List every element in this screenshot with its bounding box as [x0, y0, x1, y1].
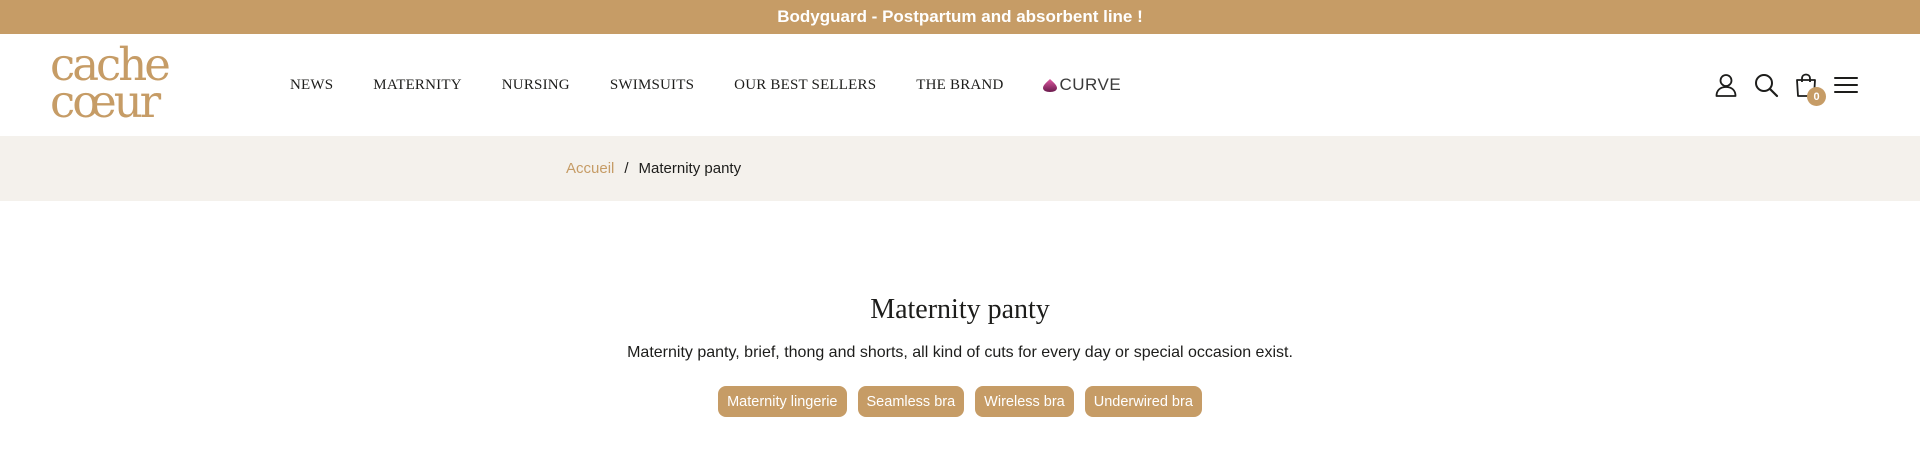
- menu-button[interactable]: [1832, 71, 1860, 99]
- nav-item-curve[interactable]: CURVE: [1042, 75, 1122, 95]
- nav-item-nursing[interactable]: NURSING: [502, 77, 570, 94]
- category-main: Maternity panty Maternity panty, brief, …: [0, 294, 1920, 417]
- search-icon: [1755, 74, 1779, 98]
- nav-item-the-brand[interactable]: THE BRAND: [916, 77, 1003, 94]
- announcement-bar[interactable]: Bodyguard - Postpartum and absorbent lin…: [0, 0, 1920, 34]
- main-nav: NEWS MATERNITY NURSING SWIMSUITS OUR BES…: [290, 34, 1121, 136]
- nav-item-news[interactable]: NEWS: [290, 77, 333, 94]
- breadcrumb-home-link[interactable]: Accueil: [566, 160, 614, 177]
- tag-underwired-bra[interactable]: Underwired bra: [1084, 386, 1202, 417]
- curve-drop-icon: [1042, 79, 1057, 92]
- logo-line-2: cœur: [50, 75, 161, 128]
- category-tags: Maternity lingerie Seamless bra Wireless…: [0, 386, 1920, 417]
- breadcrumb: Accueil / Maternity panty: [566, 160, 741, 177]
- menu-icon: [1834, 77, 1858, 93]
- breadcrumb-bar: Accueil / Maternity panty: [0, 136, 1920, 201]
- account-button[interactable]: [1712, 71, 1740, 99]
- cart-button[interactable]: 0: [1792, 71, 1826, 106]
- breadcrumb-current: Maternity panty: [638, 160, 742, 177]
- page-description: Maternity panty, brief, thong and shorts…: [627, 344, 1293, 361]
- nav-item-maternity[interactable]: MATERNITY: [373, 77, 461, 94]
- brand-logo[interactable]: cache cœur: [50, 42, 175, 128]
- breadcrumb-separator: /: [624, 160, 629, 177]
- tag-wireless-bra[interactable]: Wireless bra: [975, 386, 1074, 417]
- cart-count-badge: 0: [1807, 87, 1826, 106]
- curve-label: CURVE: [1059, 75, 1122, 94]
- account-icon: [1715, 74, 1737, 97]
- nav-item-swimsuits[interactable]: SWIMSUITS: [610, 77, 694, 94]
- page-title: Maternity panty: [870, 294, 1050, 325]
- search-button[interactable]: [1752, 71, 1780, 99]
- nav-item-best-sellers[interactable]: OUR BEST SELLERS: [734, 77, 876, 94]
- tag-seamless-bra[interactable]: Seamless bra: [857, 386, 965, 417]
- site-header: cache cœur NEWS MATERNITY NURSING SWIMSU…: [0, 34, 1920, 136]
- announcement-text: Bodyguard - Postpartum and absorbent lin…: [777, 7, 1143, 26]
- tag-maternity-lingerie[interactable]: Maternity lingerie: [718, 386, 847, 417]
- header-icons: 0: [1700, 34, 1860, 136]
